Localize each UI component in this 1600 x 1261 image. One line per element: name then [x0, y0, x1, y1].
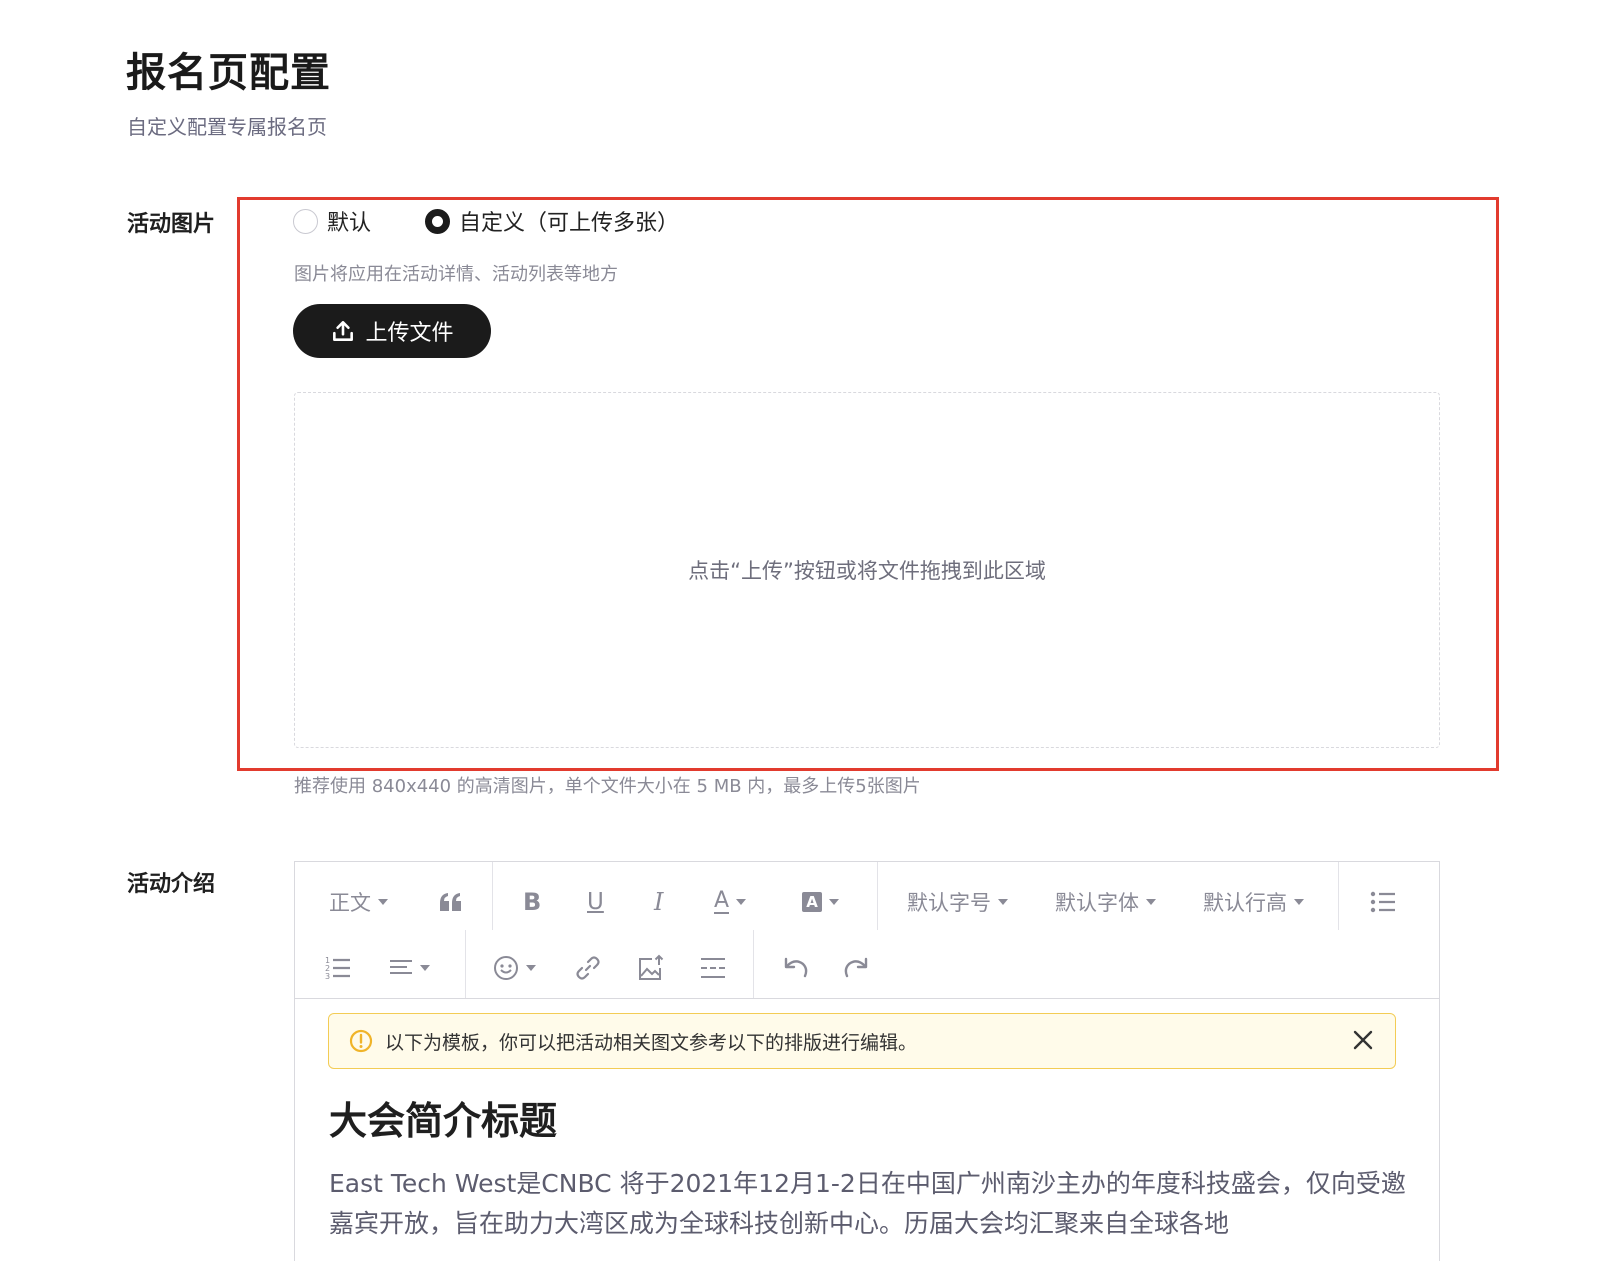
- paragraph-style-label: 正文: [329, 891, 371, 915]
- chevron-down-icon: [736, 899, 747, 905]
- notice-text: 以下为模板，你可以把活动相关图文参考以下的排版进行编辑。: [385, 1031, 918, 1054]
- font-color-icon: A: [714, 888, 730, 914]
- radio-checked-icon: [425, 208, 451, 234]
- insert-image-button[interactable]: [637, 950, 665, 986]
- font-size-dropdown[interactable]: 默认字号: [907, 884, 1008, 920]
- redo-button[interactable]: [843, 950, 871, 986]
- line-height-dropdown[interactable]: 默认行高: [1203, 884, 1304, 920]
- background-color-dropdown[interactable]: A: [802, 882, 839, 922]
- chevron-down-icon: [829, 899, 839, 905]
- align-dropdown[interactable]: [389, 950, 430, 986]
- font-family-label: 默认字体: [1055, 891, 1139, 915]
- undo-button[interactable]: [781, 950, 809, 986]
- editor-toolbar: 正文 B U I A A 默认字号 默认字体 默认行高 1 2 3: [295, 862, 1439, 999]
- bold-icon: B: [523, 888, 542, 916]
- upload-file-button[interactable]: 上传文件: [293, 304, 491, 358]
- emoji-icon: [494, 956, 518, 980]
- italic-button[interactable]: I: [654, 882, 663, 922]
- toolbar-divider: [877, 862, 878, 930]
- background-color-icon: A: [802, 892, 822, 912]
- upload-dropzone[interactable]: 点击“上传”按钮或将文件拖拽到此区域: [294, 392, 1440, 748]
- close-icon[interactable]: [1351, 1028, 1375, 1052]
- bold-button[interactable]: B: [523, 882, 541, 922]
- divider-button[interactable]: [700, 950, 726, 986]
- chevron-down-icon: [998, 899, 1008, 905]
- align-icon: [390, 960, 412, 974]
- chevron-down-icon: [1146, 899, 1156, 905]
- italic-icon: I: [654, 888, 664, 916]
- content-title[interactable]: 大会简介标题: [329, 1090, 557, 1145]
- link-button[interactable]: [575, 950, 601, 986]
- image-hint: 图片将应用在活动详情、活动列表等地方: [294, 264, 618, 285]
- font-color-dropdown[interactable]: A: [714, 882, 747, 922]
- paragraph-style-dropdown[interactable]: 正文: [329, 884, 388, 920]
- numbered-list-button[interactable]: 1 2 3: [325, 950, 351, 986]
- radio-custom[interactable]: 自定义（可上传多张）: [425, 205, 679, 237]
- image-field-label: 活动图片: [127, 212, 216, 237]
- toolbar-divider: [465, 930, 466, 998]
- rich-text-editor: 正文 B U I A A 默认字号 默认字体 默认行高 1 2 3 以下为模板，…: [294, 861, 1440, 1261]
- quote-button[interactable]: [439, 884, 463, 920]
- emoji-dropdown[interactable]: [493, 950, 536, 986]
- chevron-down-icon: [420, 965, 430, 971]
- font-family-dropdown[interactable]: 默认字体: [1055, 884, 1156, 920]
- template-notice: 以下为模板，你可以把活动相关图文参考以下的排版进行编辑。: [328, 1013, 1396, 1069]
- link-icon: [576, 956, 600, 980]
- bullet-list-icon: [1370, 891, 1395, 913]
- dropzone-text: 点击“上传”按钮或将文件拖拽到此区域: [688, 559, 1046, 583]
- numbered-list-icon: 1 2 3: [325, 956, 350, 981]
- radio-default-label: 默认: [327, 211, 372, 236]
- content-body[interactable]: East Tech West是CNBC 将于2021年12月1-2日在中国广州南…: [329, 1164, 1409, 1244]
- upload-icon: [333, 321, 354, 341]
- chevron-down-icon: [378, 899, 388, 905]
- warning-icon: [349, 1029, 373, 1053]
- redo-icon: [844, 957, 868, 978]
- page-subtitle: 自定义配置专属报名页: [127, 115, 327, 139]
- underline-button[interactable]: U: [587, 882, 604, 922]
- toolbar-divider: [1338, 862, 1339, 930]
- radio-default[interactable]: 默认: [293, 205, 371, 237]
- toolbar-divider: [492, 862, 493, 930]
- undo-icon: [784, 957, 808, 978]
- radio-custom-label: 自定义（可上传多张）: [459, 211, 680, 236]
- upload-note: 推荐使用 840x440 的高清图片，单个文件大小在 5 MB 内，最多上传5张…: [294, 776, 921, 797]
- image-mode-radio-group: 默认 自定义（可上传多张）: [293, 204, 679, 238]
- toolbar-divider: [753, 930, 754, 998]
- underline-icon: U: [587, 889, 604, 915]
- bullet-list-button[interactable]: [1370, 884, 1396, 920]
- font-size-label: 默认字号: [907, 891, 991, 915]
- intro-field-label: 活动介绍: [127, 872, 216, 897]
- divider-icon: [701, 958, 725, 978]
- page-title: 报名页配置: [126, 50, 331, 96]
- image-icon: [639, 954, 664, 980]
- chevron-down-icon: [1294, 899, 1304, 905]
- chevron-down-icon: [526, 965, 536, 971]
- upload-file-label: 上传文件: [365, 321, 454, 346]
- radio-unchecked-icon: [293, 208, 318, 234]
- line-height-label: 默认行高: [1203, 891, 1287, 915]
- quote-icon: [440, 893, 461, 911]
- svg-text:3: 3: [325, 972, 330, 981]
